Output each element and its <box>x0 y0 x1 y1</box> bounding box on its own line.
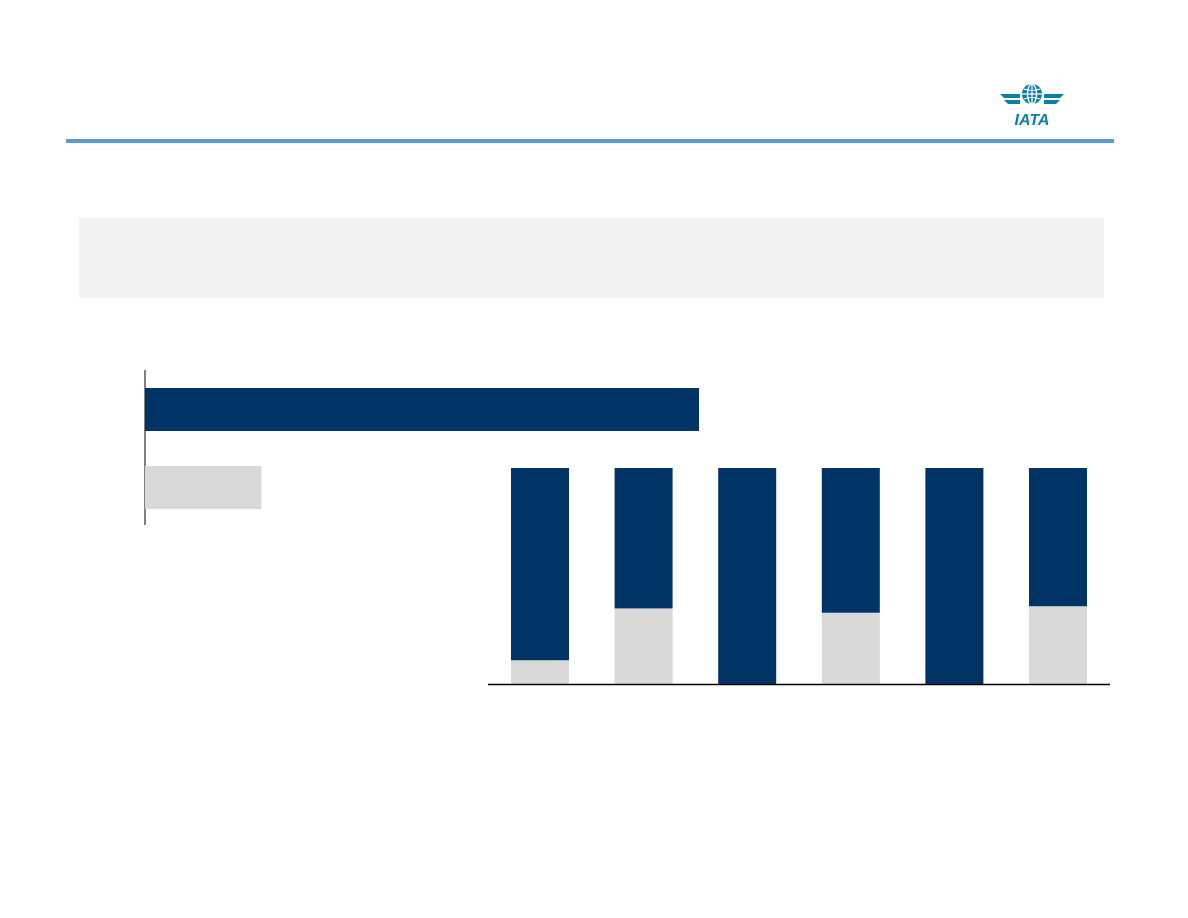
column-4-segment-1 <box>821 612 880 684</box>
column-1-segment-1 <box>511 660 569 684</box>
hbar-bar-1 <box>145 388 699 431</box>
hbar-bar-2 <box>145 466 262 509</box>
column-5-segment-2 <box>925 468 984 684</box>
column-6-segment-2 <box>1029 468 1087 607</box>
column-2-segment-1 <box>614 608 673 684</box>
column-4-segment-2 <box>821 468 880 613</box>
stacked-column-chart <box>488 468 1110 686</box>
iata-logo: IATA <box>1000 83 1064 129</box>
column-3-segment-2 <box>718 468 777 684</box>
logo-text: IATA <box>1015 112 1050 129</box>
summary-box <box>79 218 1104 298</box>
column-6-segment-1 <box>1029 606 1087 684</box>
header-rule <box>66 139 1114 143</box>
column-2-segment-2 <box>614 468 673 609</box>
globe-icon <box>1022 83 1042 105</box>
column-1-segment-2 <box>511 468 569 661</box>
